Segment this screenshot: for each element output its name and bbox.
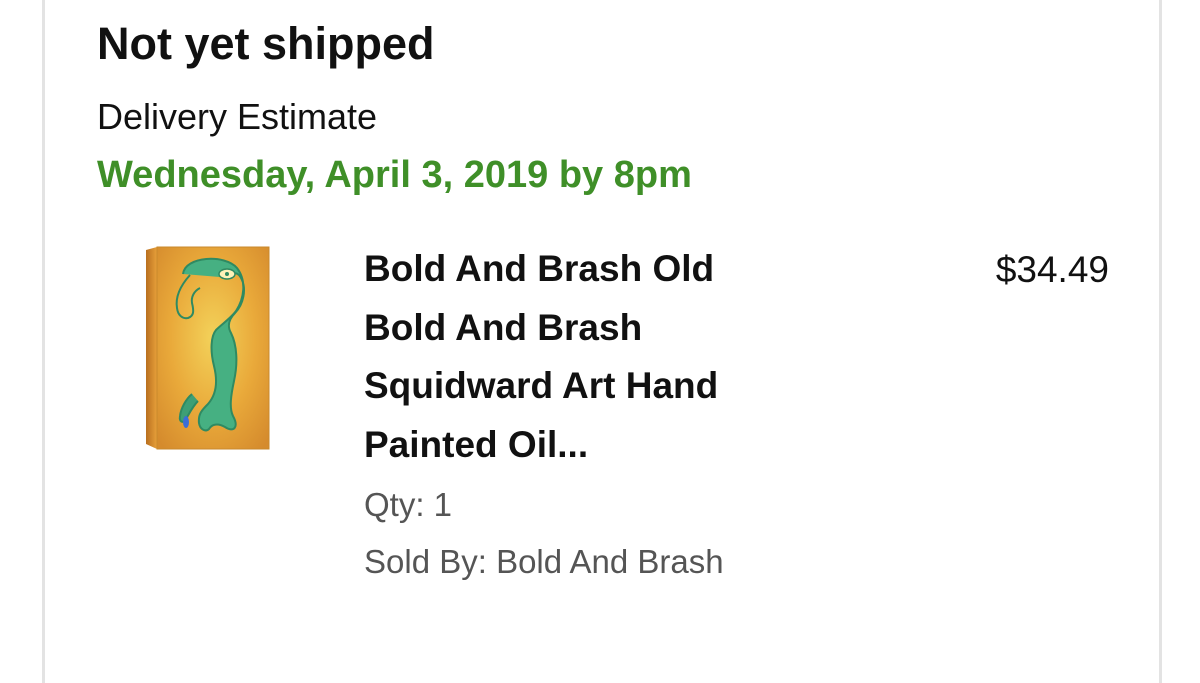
- product-title-line: Painted Oil...: [364, 423, 589, 465]
- painting-thumbnail-icon: [146, 246, 270, 450]
- product-title-line: Bold And Brash: [364, 306, 643, 348]
- product-image[interactable]: [143, 246, 271, 451]
- shipment-status: Not yet shipped: [97, 18, 435, 69]
- product-title-line: Bold And Brash Old: [364, 248, 715, 289]
- item-price: $34.49: [995, 249, 1109, 290]
- delivery-date: Wednesday, April 3, 2019 by 8pm: [97, 154, 692, 196]
- product-title-link[interactable]: Bold And Brash Old Bold And Brash Squidw…: [364, 240, 824, 474]
- product-title-line: Squidward Art Hand: [364, 365, 719, 406]
- seller-info: Sold By: Bold And Brash: [364, 543, 724, 580]
- delivery-estimate-label: Delivery Estimate: [97, 96, 378, 137]
- item-quantity: Qty: 1: [364, 486, 453, 523]
- order-card: Not yet shipped Delivery Estimate Wednes…: [42, 0, 1162, 683]
